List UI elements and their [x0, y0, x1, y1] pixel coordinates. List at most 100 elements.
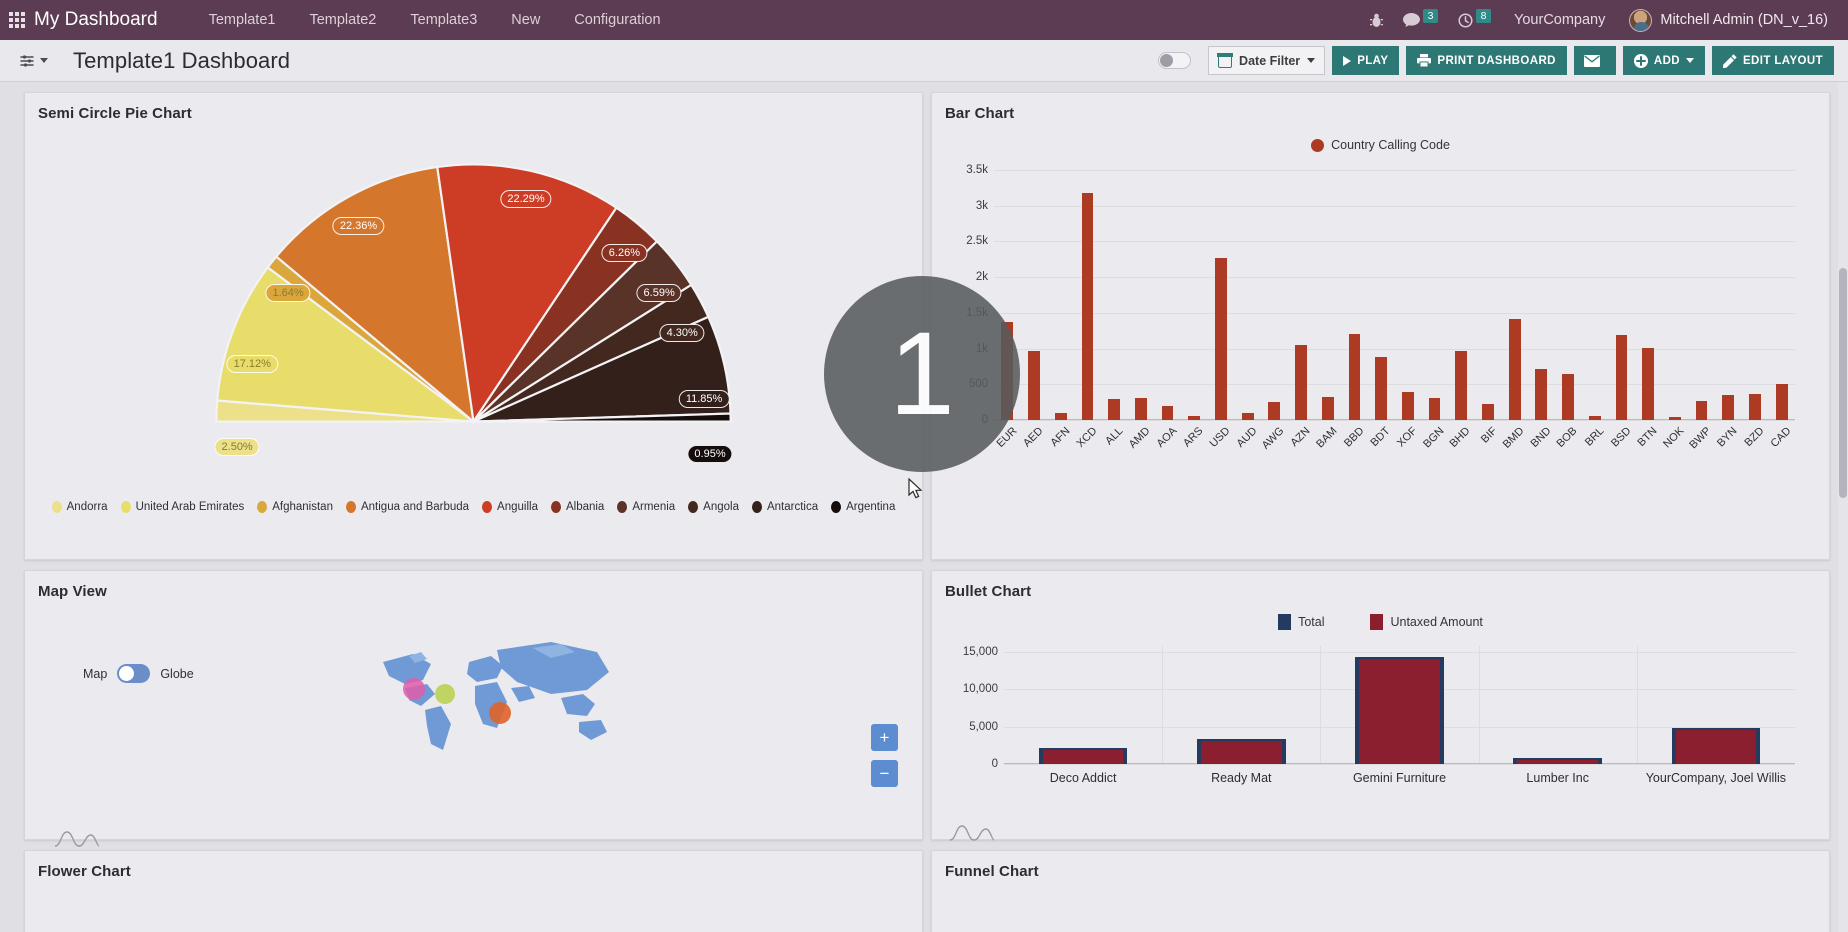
x-axis-tick: BSD — [1609, 425, 1633, 449]
map-zoom-in-button[interactable]: + — [871, 724, 898, 751]
tour-step-overlay[interactable]: 1 — [824, 276, 1020, 472]
funnel-chart-title: Funnel Chart — [932, 851, 1829, 880]
play-button[interactable]: PLAY — [1332, 46, 1399, 75]
bar-chart-title: Bar Chart — [932, 93, 1829, 122]
dashboard-row-3: Flower Chart Funnel Chart — [4, 840, 1844, 932]
bar[interactable] — [1135, 398, 1147, 420]
bullet-bar[interactable] — [1672, 728, 1761, 764]
bar-chart-legend[interactable]: Country Calling Code — [932, 122, 1829, 152]
pie-legend-item[interactable]: Afghanistan — [257, 501, 333, 513]
date-filter-label: Date Filter — [1239, 54, 1300, 68]
bar[interactable] — [1322, 397, 1334, 420]
map-view-title: Map View — [25, 571, 922, 600]
view-settings-button[interactable] — [20, 54, 48, 68]
map-globe-toggle[interactable] — [117, 664, 150, 683]
bar[interactable] — [1455, 351, 1467, 421]
legend-color-swatch-untaxed — [1370, 614, 1383, 630]
nav-item-template3[interactable]: Template3 — [393, 0, 494, 40]
bar[interactable] — [1242, 413, 1254, 420]
nav-item-template2[interactable]: Template2 — [292, 0, 393, 40]
bullet-bar[interactable] — [1355, 657, 1444, 764]
bar[interactable] — [1482, 404, 1494, 420]
world-map-graphic[interactable] — [365, 632, 625, 762]
print-dashboard-label: PRINT DASHBOARD — [1437, 55, 1555, 67]
messages-icon[interactable]: 3 — [1394, 0, 1447, 40]
bullet-bar[interactable] — [1513, 758, 1602, 764]
bar[interactable] — [1215, 258, 1227, 420]
bar[interactable] — [1669, 417, 1681, 420]
dashboard-toggle[interactable] — [1158, 52, 1191, 69]
pie-slice-label: 22.29% — [500, 190, 551, 208]
pie-legend-item[interactable]: Antigua and Barbuda — [346, 501, 469, 513]
map-zoom-out-button[interactable]: − — [871, 760, 898, 787]
bar[interactable] — [1509, 319, 1521, 420]
email-button[interactable] — [1574, 46, 1616, 75]
bar[interactable] — [1028, 351, 1040, 420]
map-marker[interactable] — [435, 684, 455, 704]
map-marker[interactable] — [489, 702, 511, 724]
legend-color-swatch-total — [1278, 614, 1291, 630]
messages-count: 3 — [1423, 9, 1438, 23]
bar[interactable] — [1268, 402, 1280, 420]
add-button[interactable]: ADD — [1623, 46, 1705, 75]
bar[interactable] — [1749, 394, 1761, 420]
vertical-scrollbar[interactable] — [1838, 82, 1848, 932]
user-menu[interactable]: Mitchell Admin (DN_v_16) — [1619, 9, 1834, 32]
bar[interactable] — [1642, 348, 1654, 420]
bar[interactable] — [1696, 401, 1708, 420]
nav-item-template1[interactable]: Template1 — [192, 0, 293, 40]
bar[interactable] — [1349, 334, 1361, 420]
bullet-chart-legend[interactable]: Total Untaxed Amount — [932, 600, 1829, 630]
nav-item-new[interactable]: New — [494, 0, 557, 40]
scrollbar-thumb[interactable] — [1839, 268, 1847, 498]
bar[interactable] — [1722, 395, 1734, 420]
pie-legend-label: Antigua and Barbuda — [361, 501, 469, 513]
activities-count: 8 — [1476, 9, 1491, 23]
user-name: Mitchell Admin (DN_v_16) — [1660, 12, 1828, 28]
bar[interactable] — [1108, 399, 1120, 420]
legend-color-swatch — [1311, 139, 1324, 152]
bug-icon[interactable] — [1361, 0, 1392, 40]
pie-legend-item[interactable]: Antarctica — [752, 501, 818, 513]
bar[interactable] — [1082, 193, 1094, 420]
bar[interactable] — [1295, 345, 1307, 420]
bar[interactable] — [1055, 413, 1067, 420]
bar[interactable] — [1535, 369, 1547, 420]
bar[interactable] — [1402, 392, 1414, 421]
map-marker[interactable] — [403, 678, 425, 700]
brand-title[interactable]: My Dashboard — [34, 9, 158, 31]
print-dashboard-button[interactable]: PRINT DASHBOARD — [1406, 46, 1566, 75]
bar[interactable] — [1188, 416, 1200, 420]
pie-legend-item[interactable]: Angola — [688, 501, 739, 513]
semi-circle-pie-svg[interactable] — [25, 122, 922, 452]
chevron-down-icon — [1307, 58, 1315, 63]
bar[interactable] — [1589, 416, 1601, 420]
bar[interactable] — [1429, 398, 1441, 420]
bar[interactable] — [1375, 357, 1387, 420]
bar[interactable] — [1776, 384, 1788, 420]
bar[interactable] — [1616, 335, 1628, 420]
bullet-bar[interactable] — [1039, 748, 1128, 764]
map-toggle-right-label: Globe — [160, 667, 193, 681]
pie-legend-item[interactable]: Argentina — [831, 501, 895, 513]
x-axis-tick: AOA — [1154, 425, 1179, 450]
activities-icon[interactable]: 8 — [1449, 0, 1500, 40]
pie-legend-item[interactable]: United Arab Emirates — [121, 501, 245, 513]
date-filter-dropdown[interactable]: Date Filter — [1208, 46, 1325, 75]
edit-layout-button[interactable]: EDIT LAYOUT — [1712, 46, 1834, 75]
pie-legend-item[interactable]: Albania — [551, 501, 604, 513]
bullet-bar[interactable] — [1197, 739, 1286, 764]
pie-slice-label: 4.30% — [660, 324, 705, 342]
bar[interactable] — [1162, 406, 1174, 420]
bar[interactable] — [1562, 374, 1574, 420]
pie-legend-item[interactable]: Andorra — [52, 501, 108, 513]
apps-grid-icon[interactable] — [0, 12, 34, 28]
pie-slice-label: 17.12% — [227, 355, 278, 373]
company-selector[interactable]: YourCompany — [1502, 12, 1617, 28]
pie-legend-item[interactable]: Armenia — [617, 501, 675, 513]
x-axis-tick: BHD — [1448, 425, 1473, 450]
pencil-icon — [1723, 54, 1737, 68]
pie-legend-item[interactable]: Anguilla — [482, 501, 538, 513]
legend-color-swatch — [257, 501, 267, 513]
nav-item-configuration[interactable]: Configuration — [557, 0, 677, 40]
